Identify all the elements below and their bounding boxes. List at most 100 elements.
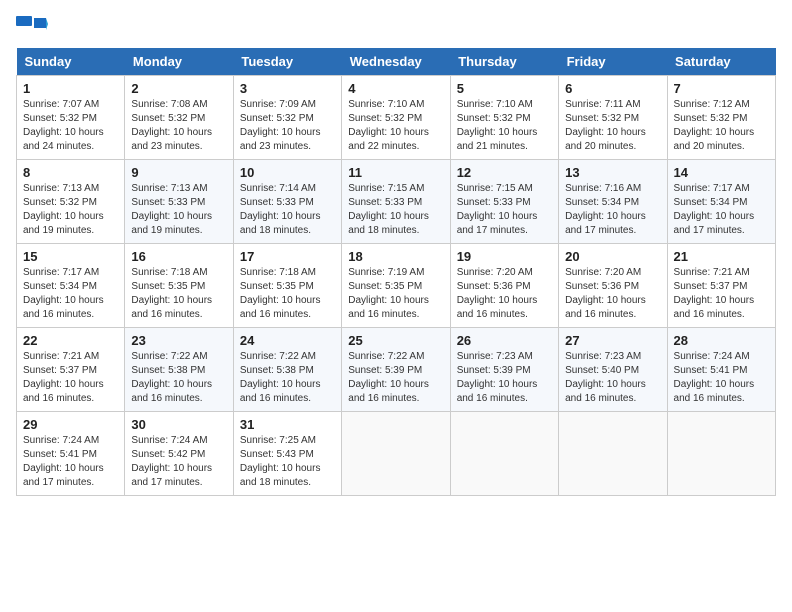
day-info: Sunrise: 7:22 AMSunset: 5:38 PMDaylight:…	[240, 351, 321, 404]
day-info: Sunrise: 7:20 AMSunset: 5:36 PMDaylight:…	[457, 267, 538, 320]
day-number: 31	[240, 417, 335, 432]
day-info: Sunrise: 7:14 AMSunset: 5:33 PMDaylight:…	[240, 183, 321, 236]
calendar-cell: 24 Sunrise: 7:22 AMSunset: 5:38 PMDaylig…	[233, 328, 341, 412]
logo	[16, 16, 52, 38]
calendar-cell: 23 Sunrise: 7:22 AMSunset: 5:38 PMDaylig…	[125, 328, 233, 412]
calendar-cell: 7 Sunrise: 7:12 AMSunset: 5:32 PMDayligh…	[667, 76, 775, 160]
day-number: 21	[674, 249, 769, 264]
day-number: 6	[565, 81, 660, 96]
day-info: Sunrise: 7:15 AMSunset: 5:33 PMDaylight:…	[348, 183, 429, 236]
day-number: 5	[457, 81, 552, 96]
calendar-cell	[559, 412, 667, 496]
day-info: Sunrise: 7:15 AMSunset: 5:33 PMDaylight:…	[457, 183, 538, 236]
day-number: 9	[131, 165, 226, 180]
day-number: 2	[131, 81, 226, 96]
day-number: 24	[240, 333, 335, 348]
day-info: Sunrise: 7:07 AMSunset: 5:32 PMDaylight:…	[23, 99, 104, 152]
day-number: 19	[457, 249, 552, 264]
day-number: 25	[348, 333, 443, 348]
day-number: 20	[565, 249, 660, 264]
day-number: 18	[348, 249, 443, 264]
calendar-week-row: 22 Sunrise: 7:21 AMSunset: 5:37 PMDaylig…	[17, 328, 776, 412]
calendar-cell: 9 Sunrise: 7:13 AMSunset: 5:33 PMDayligh…	[125, 160, 233, 244]
calendar-cell: 28 Sunrise: 7:24 AMSunset: 5:41 PMDaylig…	[667, 328, 775, 412]
day-info: Sunrise: 7:21 AMSunset: 5:37 PMDaylight:…	[674, 267, 755, 320]
weekday-header-monday: Monday	[125, 48, 233, 76]
calendar-cell: 3 Sunrise: 7:09 AMSunset: 5:32 PMDayligh…	[233, 76, 341, 160]
calendar-cell: 27 Sunrise: 7:23 AMSunset: 5:40 PMDaylig…	[559, 328, 667, 412]
day-number: 10	[240, 165, 335, 180]
day-number: 13	[565, 165, 660, 180]
calendar-cell: 29 Sunrise: 7:24 AMSunset: 5:41 PMDaylig…	[17, 412, 125, 496]
day-info: Sunrise: 7:13 AMSunset: 5:33 PMDaylight:…	[131, 183, 212, 236]
calendar-cell	[450, 412, 558, 496]
calendar-cell: 2 Sunrise: 7:08 AMSunset: 5:32 PMDayligh…	[125, 76, 233, 160]
calendar-cell: 8 Sunrise: 7:13 AMSunset: 5:32 PMDayligh…	[17, 160, 125, 244]
calendar-week-row: 29 Sunrise: 7:24 AMSunset: 5:41 PMDaylig…	[17, 412, 776, 496]
weekday-header-sunday: Sunday	[17, 48, 125, 76]
day-number: 23	[131, 333, 226, 348]
calendar-week-row: 1 Sunrise: 7:07 AMSunset: 5:32 PMDayligh…	[17, 76, 776, 160]
day-number: 1	[23, 81, 118, 96]
day-info: Sunrise: 7:17 AMSunset: 5:34 PMDaylight:…	[674, 183, 755, 236]
day-info: Sunrise: 7:08 AMSunset: 5:32 PMDaylight:…	[131, 99, 212, 152]
calendar-table: SundayMondayTuesdayWednesdayThursdayFrid…	[16, 48, 776, 496]
day-info: Sunrise: 7:18 AMSunset: 5:35 PMDaylight:…	[240, 267, 321, 320]
calendar-cell: 26 Sunrise: 7:23 AMSunset: 5:39 PMDaylig…	[450, 328, 558, 412]
day-info: Sunrise: 7:19 AMSunset: 5:35 PMDaylight:…	[348, 267, 429, 320]
day-info: Sunrise: 7:23 AMSunset: 5:39 PMDaylight:…	[457, 351, 538, 404]
weekday-header-friday: Friday	[559, 48, 667, 76]
day-number: 28	[674, 333, 769, 348]
day-number: 30	[131, 417, 226, 432]
day-number: 4	[348, 81, 443, 96]
weekday-header-row: SundayMondayTuesdayWednesdayThursdayFrid…	[17, 48, 776, 76]
day-info: Sunrise: 7:24 AMSunset: 5:41 PMDaylight:…	[674, 351, 755, 404]
day-info: Sunrise: 7:21 AMSunset: 5:37 PMDaylight:…	[23, 351, 104, 404]
day-info: Sunrise: 7:18 AMSunset: 5:35 PMDaylight:…	[131, 267, 212, 320]
calendar-cell: 14 Sunrise: 7:17 AMSunset: 5:34 PMDaylig…	[667, 160, 775, 244]
calendar-cell: 4 Sunrise: 7:10 AMSunset: 5:32 PMDayligh…	[342, 76, 450, 160]
calendar-cell: 10 Sunrise: 7:14 AMSunset: 5:33 PMDaylig…	[233, 160, 341, 244]
day-info: Sunrise: 7:22 AMSunset: 5:38 PMDaylight:…	[131, 351, 212, 404]
calendar-cell: 17 Sunrise: 7:18 AMSunset: 5:35 PMDaylig…	[233, 244, 341, 328]
calendar-cell: 20 Sunrise: 7:20 AMSunset: 5:36 PMDaylig…	[559, 244, 667, 328]
day-number: 26	[457, 333, 552, 348]
day-number: 7	[674, 81, 769, 96]
calendar-cell: 6 Sunrise: 7:11 AMSunset: 5:32 PMDayligh…	[559, 76, 667, 160]
day-number: 22	[23, 333, 118, 348]
day-info: Sunrise: 7:12 AMSunset: 5:32 PMDaylight:…	[674, 99, 755, 152]
day-number: 14	[674, 165, 769, 180]
day-info: Sunrise: 7:16 AMSunset: 5:34 PMDaylight:…	[565, 183, 646, 236]
day-info: Sunrise: 7:09 AMSunset: 5:32 PMDaylight:…	[240, 99, 321, 152]
weekday-header-thursday: Thursday	[450, 48, 558, 76]
calendar-cell: 13 Sunrise: 7:16 AMSunset: 5:34 PMDaylig…	[559, 160, 667, 244]
day-number: 29	[23, 417, 118, 432]
header	[16, 16, 776, 38]
day-number: 15	[23, 249, 118, 264]
day-info: Sunrise: 7:25 AMSunset: 5:43 PMDaylight:…	[240, 435, 321, 488]
calendar-cell: 1 Sunrise: 7:07 AMSunset: 5:32 PMDayligh…	[17, 76, 125, 160]
day-number: 3	[240, 81, 335, 96]
calendar-cell: 19 Sunrise: 7:20 AMSunset: 5:36 PMDaylig…	[450, 244, 558, 328]
day-info: Sunrise: 7:24 AMSunset: 5:42 PMDaylight:…	[131, 435, 212, 488]
calendar-cell: 18 Sunrise: 7:19 AMSunset: 5:35 PMDaylig…	[342, 244, 450, 328]
weekday-header-wednesday: Wednesday	[342, 48, 450, 76]
day-info: Sunrise: 7:11 AMSunset: 5:32 PMDaylight:…	[565, 99, 646, 152]
calendar-cell	[667, 412, 775, 496]
calendar-week-row: 8 Sunrise: 7:13 AMSunset: 5:32 PMDayligh…	[17, 160, 776, 244]
day-info: Sunrise: 7:10 AMSunset: 5:32 PMDaylight:…	[457, 99, 538, 152]
calendar-week-row: 15 Sunrise: 7:17 AMSunset: 5:34 PMDaylig…	[17, 244, 776, 328]
calendar-cell	[342, 412, 450, 496]
day-info: Sunrise: 7:24 AMSunset: 5:41 PMDaylight:…	[23, 435, 104, 488]
day-info: Sunrise: 7:17 AMSunset: 5:34 PMDaylight:…	[23, 267, 104, 320]
day-number: 11	[348, 165, 443, 180]
day-number: 12	[457, 165, 552, 180]
logo-icon	[16, 16, 48, 38]
calendar-cell: 15 Sunrise: 7:17 AMSunset: 5:34 PMDaylig…	[17, 244, 125, 328]
calendar-cell: 25 Sunrise: 7:22 AMSunset: 5:39 PMDaylig…	[342, 328, 450, 412]
weekday-header-saturday: Saturday	[667, 48, 775, 76]
day-info: Sunrise: 7:13 AMSunset: 5:32 PMDaylight:…	[23, 183, 104, 236]
day-info: Sunrise: 7:23 AMSunset: 5:40 PMDaylight:…	[565, 351, 646, 404]
weekday-header-tuesday: Tuesday	[233, 48, 341, 76]
calendar-cell: 21 Sunrise: 7:21 AMSunset: 5:37 PMDaylig…	[667, 244, 775, 328]
